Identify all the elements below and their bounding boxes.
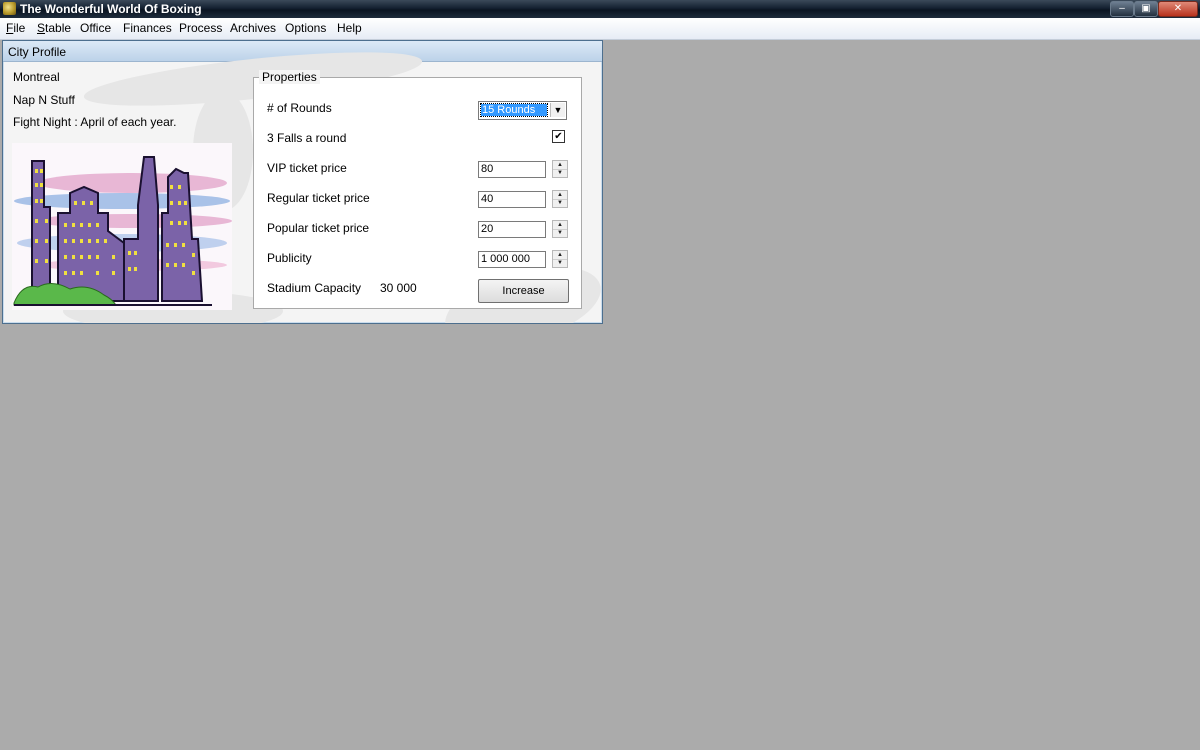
spin-down-icon[interactable]: ▼ xyxy=(553,229,567,237)
menu-office[interactable]: Office xyxy=(80,21,111,35)
falls-checkbox[interactable]: ✔ xyxy=(552,130,565,143)
menu-process[interactable]: Process xyxy=(179,21,222,35)
vip-price-spinner[interactable]: ▲ ▼ xyxy=(552,160,568,178)
maximize-button[interactable]: ▣ xyxy=(1134,1,1158,17)
spin-down-icon[interactable]: ▼ xyxy=(553,199,567,207)
regular-price-spinner[interactable]: ▲ ▼ xyxy=(552,190,568,208)
menu-finances[interactable]: Finances xyxy=(123,21,172,35)
popular-price-input[interactable]: 20 xyxy=(478,221,546,238)
rounds-select-value: 15 Rounds xyxy=(480,103,548,117)
capacity-value: 30 000 xyxy=(380,281,417,295)
minimize-icon: – xyxy=(1119,3,1125,14)
publicity-label: Publicity xyxy=(267,251,312,265)
city-skyline-icon xyxy=(12,143,232,310)
properties-group: Properties # of Rounds 15 Rounds ▼ 3 Fal… xyxy=(253,70,582,309)
popular-price-spinner[interactable]: ▲ ▼ xyxy=(552,220,568,238)
menu-options[interactable]: Options xyxy=(285,21,326,35)
increase-button[interactable]: Increase xyxy=(478,279,569,303)
menu-bar: File Stable Office Finances Process Arch… xyxy=(0,18,1200,40)
rounds-select[interactable]: 15 Rounds ▼ xyxy=(478,101,567,120)
app-title-bar: The Wonderful World Of Boxing – ▣ ✕ xyxy=(0,0,1200,18)
falls-label: 3 Falls a round xyxy=(267,131,347,145)
app-title: The Wonderful World Of Boxing xyxy=(20,2,202,16)
app-icon[interactable] xyxy=(3,2,16,15)
fight-night-text: Fight Night : April of each year. xyxy=(13,115,177,129)
chevron-down-icon[interactable]: ▼ xyxy=(550,103,565,117)
popular-price-label: Popular ticket price xyxy=(267,221,370,235)
menu-help[interactable]: Help xyxy=(337,21,362,35)
city-profile-window: City Profile Montreal Nap N Stuff Fight … xyxy=(2,40,603,324)
check-icon: ✔ xyxy=(554,131,563,142)
properties-legend: Properties xyxy=(259,70,320,84)
city-profile-title: City Profile xyxy=(8,45,67,59)
menu-archives[interactable]: Archives xyxy=(230,21,276,35)
capacity-label: Stadium Capacity xyxy=(267,281,362,295)
promotion-name: Nap N Stuff xyxy=(13,93,75,107)
close-button[interactable]: ✕ xyxy=(1158,1,1198,17)
rounds-label: # of Rounds xyxy=(267,101,332,115)
minimize-button[interactable]: – xyxy=(1110,1,1134,17)
spin-down-icon[interactable]: ▼ xyxy=(553,259,567,267)
publicity-spinner[interactable]: ▲ ▼ xyxy=(552,250,568,268)
vip-price-input[interactable]: 80 xyxy=(478,161,546,178)
spin-down-icon[interactable]: ▼ xyxy=(553,169,567,177)
close-icon: ✕ xyxy=(1173,3,1183,14)
menu-file[interactable]: File xyxy=(6,21,25,35)
menu-stable[interactable]: Stable xyxy=(37,21,71,35)
city-name: Montreal xyxy=(13,70,60,84)
regular-price-label: Regular ticket price xyxy=(267,191,370,205)
publicity-input[interactable]: 1 000 000 xyxy=(478,251,546,268)
regular-price-input[interactable]: 40 xyxy=(478,191,546,208)
vip-price-label: VIP ticket price xyxy=(267,161,347,175)
maximize-icon: ▣ xyxy=(1141,3,1151,14)
